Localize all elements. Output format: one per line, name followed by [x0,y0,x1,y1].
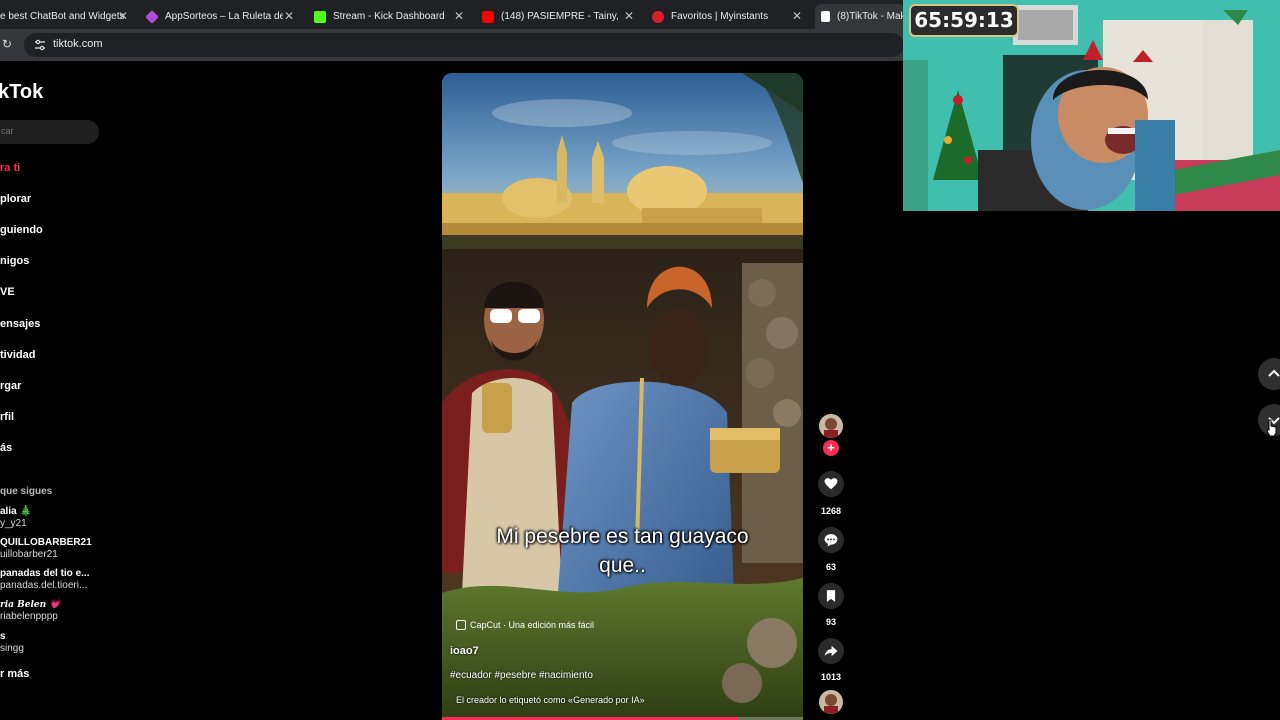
bookmark-count: 93 [825,617,836,627]
caption-line: Mi pesebre es tan guayaco [496,525,749,548]
account-handle: singg [0,643,24,654]
search-placeholder: car [1,126,14,136]
account-name: panadas del tio e... [0,568,90,579]
account-name: ria Belen 💗 [0,600,61,610]
tiktok-favicon-icon [821,11,830,22]
following-account[interactable]: QUILLOBARBER21 uillobarber21 [0,537,92,560]
following-account[interactable]: panadas del tio e... panadas.del.tioeri.… [0,568,89,591]
bookmark-button[interactable] [818,583,844,609]
browser-tab-youtube[interactable]: (148) PASIEMPRE - Tainy, Arcan ✕ [482,4,638,29]
nav-live[interactable]: VE [0,286,15,298]
chevron-up-icon [1268,369,1280,377]
browser-tab-myinstants[interactable]: Favoritos | Myinstants ✕ [652,4,806,29]
youtube-favicon-icon [482,10,494,23]
site-info-icon[interactable] [34,39,46,51]
close-icon[interactable]: ✕ [792,9,802,23]
following-account[interactable]: ria Belen 💗 riabelenpppp [0,600,61,622]
browser-tab-appsorteos[interactable]: AppSorteos – La Ruleta de la Su ✕ [146,4,298,29]
like-button[interactable] [818,471,844,497]
creator-avatar[interactable] [819,414,843,438]
account-handle: y_y21 [0,518,27,529]
nav-more[interactable]: ás [0,442,12,454]
hand-cursor-icon [1266,419,1277,437]
close-icon[interactable]: ✕ [454,9,464,23]
share-button[interactable] [818,638,844,664]
caption-line: que.. [599,554,646,577]
appsorteos-favicon-icon [146,9,159,24]
share-icon [824,645,838,657]
following-account[interactable]: alia 🎄 y_y21 [0,506,32,529]
nav-activity[interactable]: tividad [0,349,35,361]
close-icon[interactable]: ✕ [118,9,128,23]
tab-title: (8)TikTok - Make Y [837,11,905,22]
account-name: s [0,631,6,642]
streamer-webcam: 65:59:13 [903,0,1280,211]
search-input[interactable]: car [0,120,99,144]
tab-title: (148) PASIEMPRE - Tainy, Arcan [501,11,619,22]
close-icon[interactable]: ✕ [624,9,634,23]
nav-upload[interactable]: rgar [0,380,21,392]
ai-generated-label: El creador lo etiquetó como «Generado po… [456,695,645,705]
nav-for-you[interactable]: ra ti [0,162,20,174]
browser-tab-kick[interactable]: Stream - Kick Dashboard ✕ [314,4,468,29]
comment-button[interactable] [818,527,844,553]
avatar-image [819,414,843,438]
previous-video-button[interactable] [1258,358,1280,390]
music-disc-icon[interactable] [819,690,843,714]
video-hashtags[interactable]: #ecuador #pesebre #nacimiento [450,670,593,681]
video-caption: Mi pesebre es tan guayaco que.. [442,522,803,580]
following-accounts-heading: que sigues [0,486,53,497]
following-account[interactable]: s singg [0,631,24,654]
nav-profile[interactable]: rfil [0,411,14,423]
browser-tab-tiktok[interactable]: (8)TikTok - Make Y [815,4,905,29]
capcut-label: CapCut · Una edición más fácil [470,620,595,630]
browser-tab-chatbot[interactable]: e best ChatBot and Widgets ✕ [0,4,132,29]
video-author[interactable]: ioao7 [450,645,479,657]
account-name: alia 🎄 [0,506,32,517]
capcut-icon [456,620,466,630]
url-text: tiktok.com [53,38,103,50]
tiktok-sidebar: kTok car ra ti plorar guiendo nigos VE e… [0,61,120,720]
nav-following[interactable]: guiendo [0,224,43,236]
account-handle: uillobarber21 [0,549,58,560]
heart-icon [824,478,838,490]
nav-messages[interactable]: ensajes [0,318,40,330]
tab-title: Favoritos | Myinstants [671,11,769,22]
account-handle: riabelenpppp [0,611,58,622]
account-name: QUILLOBARBER21 [0,537,92,548]
stream-timer: 65:59:13 [909,4,1019,37]
follow-plus-button[interactable]: + [823,440,839,456]
video-player[interactable]: Mi pesebre es tan guayaco que.. CapCut ·… [442,73,803,720]
address-bar[interactable]: tiktok.com [24,33,904,57]
nav-friends[interactable]: nigos [0,255,29,267]
share-count: 1013 [820,672,842,682]
tab-title: e best ChatBot and Widgets [0,11,125,22]
bookmark-icon [826,590,836,602]
kick-favicon-icon [314,10,326,23]
capcut-link[interactable]: CapCut · Una edición más fácil [456,620,594,630]
tab-title: Stream - Kick Dashboard [333,11,445,22]
like-count: 1268 [820,506,842,516]
account-handle: panadas.del.tioeri... [0,580,88,591]
tiktok-logo[interactable]: kTok [0,81,43,104]
nav-explore[interactable]: plorar [0,193,31,205]
close-icon[interactable]: ✕ [284,9,294,23]
reload-icon[interactable]: ↻ [2,37,12,51]
comment-count: 63 [825,562,836,572]
see-more-link[interactable]: r más [0,668,29,680]
music-disc-image [819,690,843,714]
myinstants-favicon-icon [652,10,664,23]
screen: e best ChatBot and Widgets ✕ AppSorteos … [0,0,1280,720]
comment-icon [824,534,838,547]
tab-title: AppSorteos – La Ruleta de la Su [165,11,283,22]
